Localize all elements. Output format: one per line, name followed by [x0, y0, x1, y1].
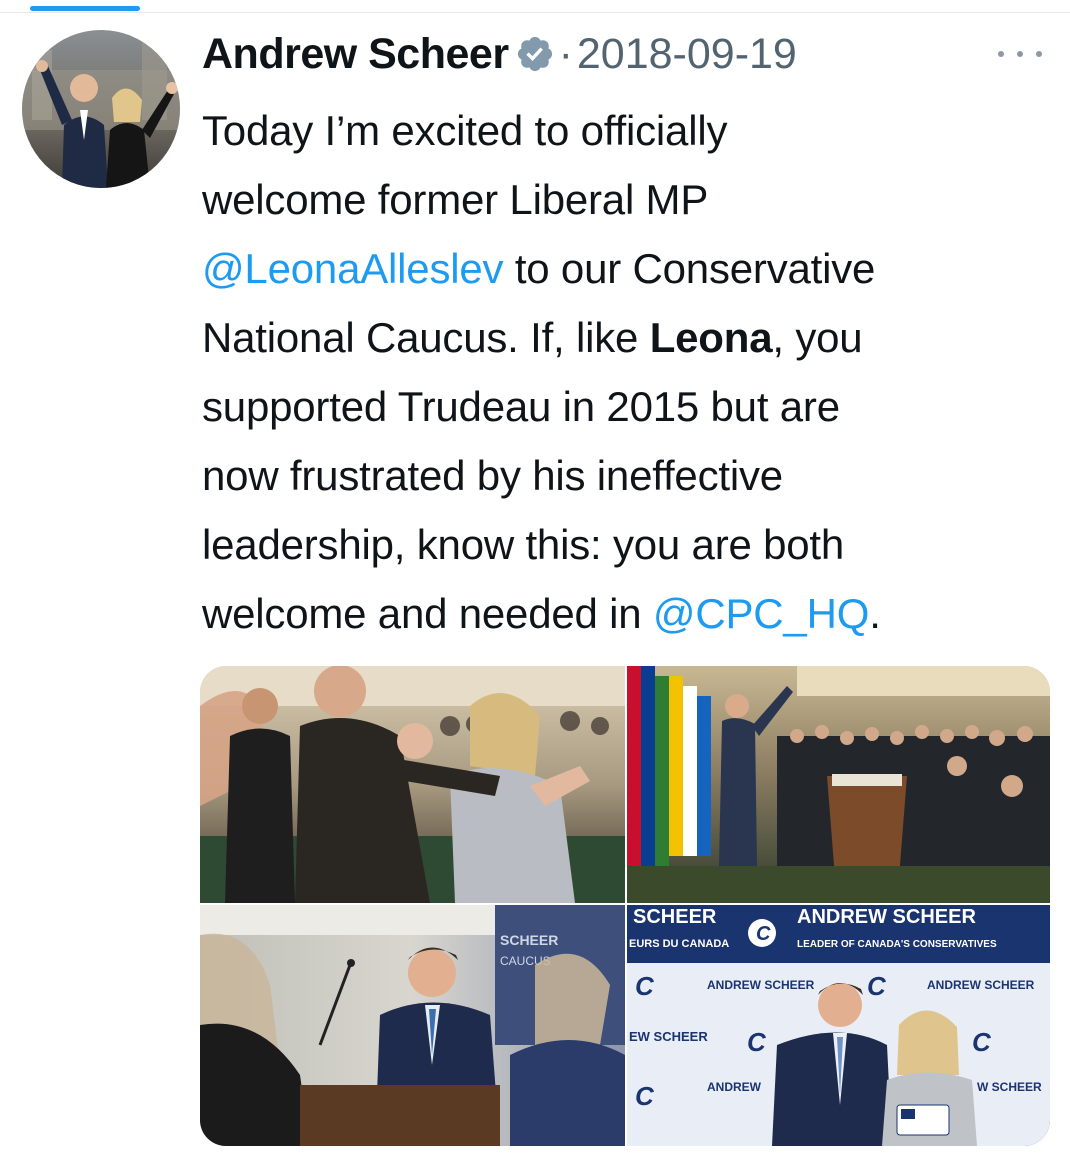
- avatar-image: [22, 30, 180, 188]
- banner-text: LEADER OF CANADA'S CONSERVATIVES: [797, 939, 997, 950]
- tab-indicator: [30, 6, 140, 11]
- photo-ovation[interactable]: [627, 666, 1050, 903]
- text-line: welcome and needed in @CPC_HQ.: [202, 579, 1052, 648]
- backdrop-text: SCHEER: [500, 932, 558, 948]
- banner-text: EURS DU CANADA: [629, 938, 729, 950]
- more-dot: [998, 51, 1004, 57]
- text-line: welcome former Liberal MP: [202, 176, 709, 223]
- photo-hug[interactable]: [200, 666, 625, 903]
- text-line: supported Trudeau in 2015 but are: [202, 383, 840, 430]
- text-line: now frustrated by his ineffective: [202, 452, 783, 499]
- text-line: leadership, know this: you are both: [202, 521, 845, 568]
- text-span: National Caucus. If, like: [202, 314, 650, 361]
- banner-logo: C: [867, 971, 887, 1001]
- verified-badge-icon: [515, 34, 555, 74]
- mention-link[interactable]: @LeonaAlleslev: [202, 245, 504, 292]
- text-span: to our Conservative: [503, 245, 876, 292]
- text-span: welcome and needed in: [202, 590, 653, 637]
- text-span: , you: [772, 314, 863, 361]
- header-separator: ·: [558, 29, 573, 78]
- tweet-text: Today I’m excited to officially welcome …: [202, 96, 1052, 648]
- media-grid: SCHEER CAUCUS SCHEER EURS DU CANADA C AN…: [200, 666, 1050, 1146]
- photo-podium[interactable]: SCHEER CAUCUS: [200, 905, 625, 1146]
- more-icon[interactable]: [998, 44, 1042, 64]
- banner-text: ANDREW SCHEER: [927, 978, 1035, 992]
- banner-text: ANDREW SCHEER: [707, 978, 815, 992]
- top-divider: [0, 12, 1070, 13]
- banner-text: EW SCHEER: [629, 1029, 708, 1044]
- text-span: .: [869, 590, 881, 637]
- text-line: National Caucus. If, like Leona, you: [202, 303, 1052, 372]
- more-dot: [1017, 51, 1023, 57]
- banner-text: W SCHEER: [977, 1080, 1042, 1094]
- banner-logo: C: [756, 923, 771, 945]
- text-line: @LeonaAlleslev to our Conservative: [202, 234, 1052, 303]
- banner-logo: C: [635, 1081, 655, 1111]
- banner-text: SCHEER: [633, 906, 717, 928]
- timestamp[interactable]: 2018-09-19: [577, 30, 797, 79]
- tweet-header: Andrew Scheer · 2018-09-19: [202, 26, 797, 82]
- banner-text: ANDREW SCHEER: [797, 906, 976, 928]
- photo-banner[interactable]: SCHEER EURS DU CANADA C ANDREW SCHEER LE…: [627, 905, 1050, 1146]
- avatar[interactable]: [22, 30, 180, 188]
- text-line: Today I’m excited to officially: [202, 107, 728, 154]
- banner-text: ANDREW: [707, 1080, 762, 1094]
- banner-logo: C: [747, 1027, 767, 1057]
- author-name[interactable]: Andrew Scheer: [202, 30, 509, 79]
- banner-logo: C: [972, 1027, 992, 1057]
- more-dot: [1036, 51, 1042, 57]
- banner-logo: C: [635, 971, 655, 1001]
- bold-text: Leona: [649, 314, 773, 361]
- mention-link[interactable]: @CPC_HQ: [653, 590, 869, 637]
